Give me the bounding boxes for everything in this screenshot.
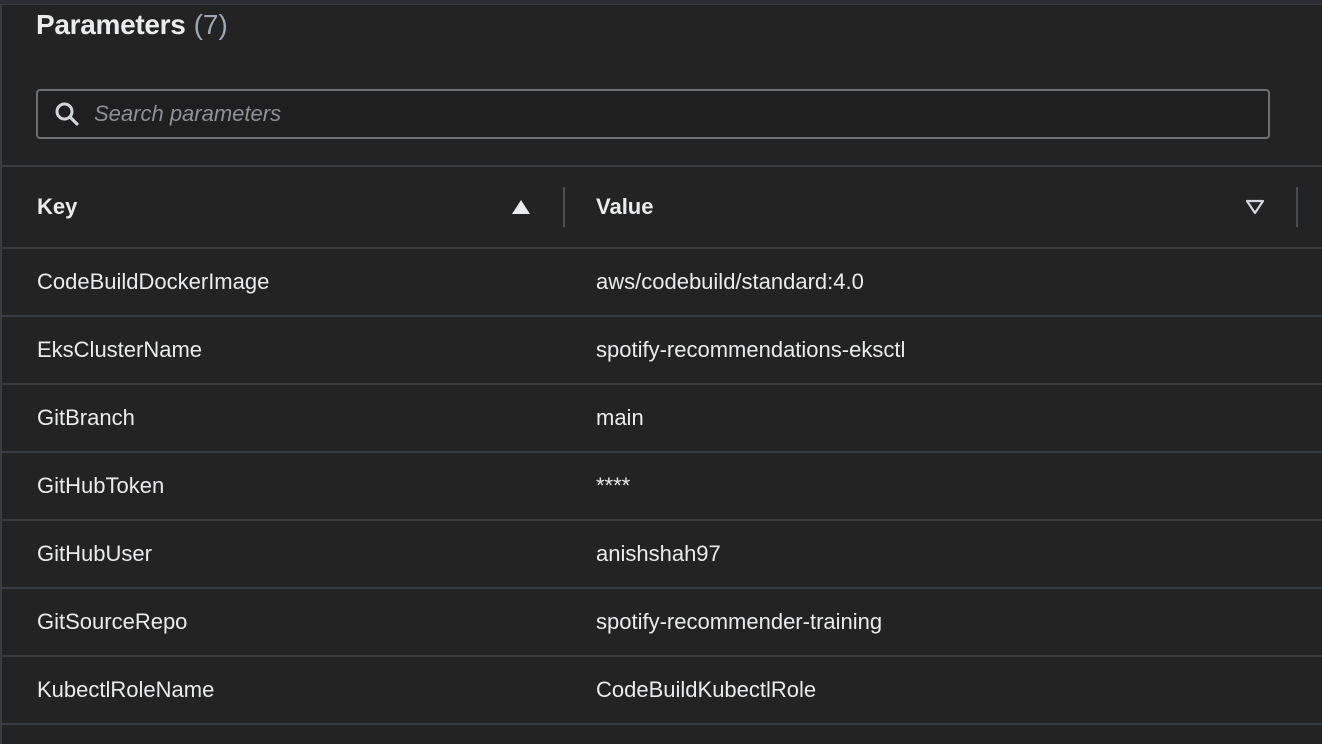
column-header-key-label: Key bbox=[37, 194, 78, 219]
value-cell: aws/codebuild/standard:4.0 bbox=[596, 269, 864, 294]
page-title: Parameters bbox=[36, 9, 186, 40]
sort-ascending-icon[interactable] bbox=[509, 195, 533, 219]
column-header-value-label: Value bbox=[596, 194, 654, 219]
value-cell: spotify-recommender-training bbox=[596, 609, 883, 634]
search-icon bbox=[54, 101, 80, 127]
parameters-panel: Parameters (7) Key Value bbox=[0, 4, 1322, 744]
key-cell: GitHubToken bbox=[37, 473, 165, 498]
search-box[interactable] bbox=[36, 89, 1270, 139]
parameter-count: (7) bbox=[193, 9, 228, 40]
column-resizer[interactable] bbox=[563, 187, 565, 227]
search-input[interactable] bbox=[94, 91, 1268, 137]
table-row: CodeBuildDockerImage aws/codebuild/stand… bbox=[2, 249, 1322, 317]
value-cell: main bbox=[596, 405, 644, 430]
key-cell: KubectlRoleName bbox=[37, 677, 215, 702]
value-cell: spotify-recommendations-eksctl bbox=[596, 337, 906, 362]
table-row: KubectlRoleName CodeBuildKubectlRole bbox=[2, 657, 1322, 725]
value-cell: anishshah97 bbox=[596, 541, 721, 566]
column-resizer[interactable] bbox=[1296, 187, 1298, 227]
panel-header: Parameters (7) bbox=[36, 5, 228, 45]
table-row: GitBranch main bbox=[2, 385, 1322, 453]
sort-descending-icon[interactable] bbox=[1243, 195, 1267, 219]
column-header-value[interactable]: Value bbox=[596, 167, 1266, 247]
table-row: GitHubUser anishshah97 bbox=[2, 521, 1322, 589]
key-cell: CodeBuildDockerImage bbox=[37, 269, 270, 294]
key-cell: GitHubUser bbox=[37, 541, 152, 566]
key-cell: EksClusterName bbox=[37, 337, 203, 362]
table-row: GitSourceRepo spotify-recommender-traini… bbox=[2, 589, 1322, 657]
value-cell: **** bbox=[596, 473, 631, 498]
table-body: CodeBuildDockerImage aws/codebuild/stand… bbox=[2, 249, 1322, 725]
table-header: Key Value bbox=[2, 167, 1322, 249]
column-header-key[interactable]: Key bbox=[37, 167, 532, 247]
key-cell: GitBranch bbox=[37, 405, 135, 430]
value-cell: CodeBuildKubectlRole bbox=[596, 677, 817, 702]
table-row: GitHubToken **** bbox=[2, 453, 1322, 521]
table-row: EksClusterName spotify-recommendations-e… bbox=[2, 317, 1322, 385]
key-cell: GitSourceRepo bbox=[37, 609, 188, 634]
